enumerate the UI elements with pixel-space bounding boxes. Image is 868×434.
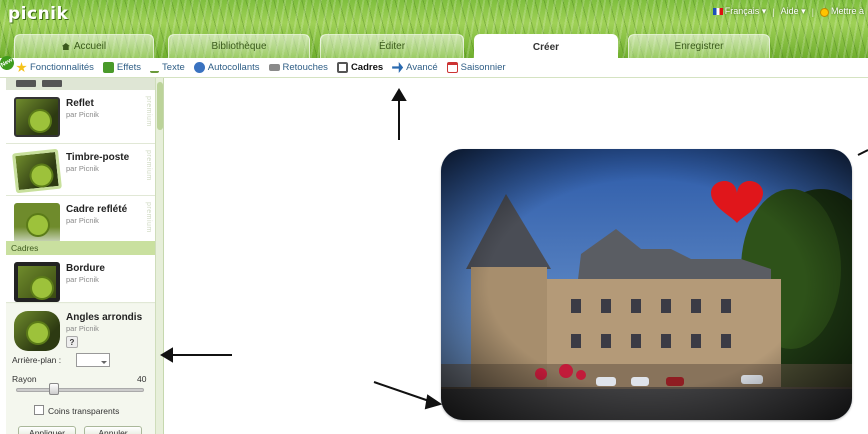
- arrow-head: [424, 394, 443, 410]
- arrow-to-rounded-corner: [373, 381, 433, 403]
- arrow-head: [391, 88, 407, 101]
- arrow-to-edge: [857, 149, 868, 156]
- arrow-head: [160, 347, 173, 363]
- picnik-app: picnik Français ▾ | Aide ▾ | Mettre à Ac…: [0, 0, 868, 434]
- annotation-arrows: [160, 88, 868, 410]
